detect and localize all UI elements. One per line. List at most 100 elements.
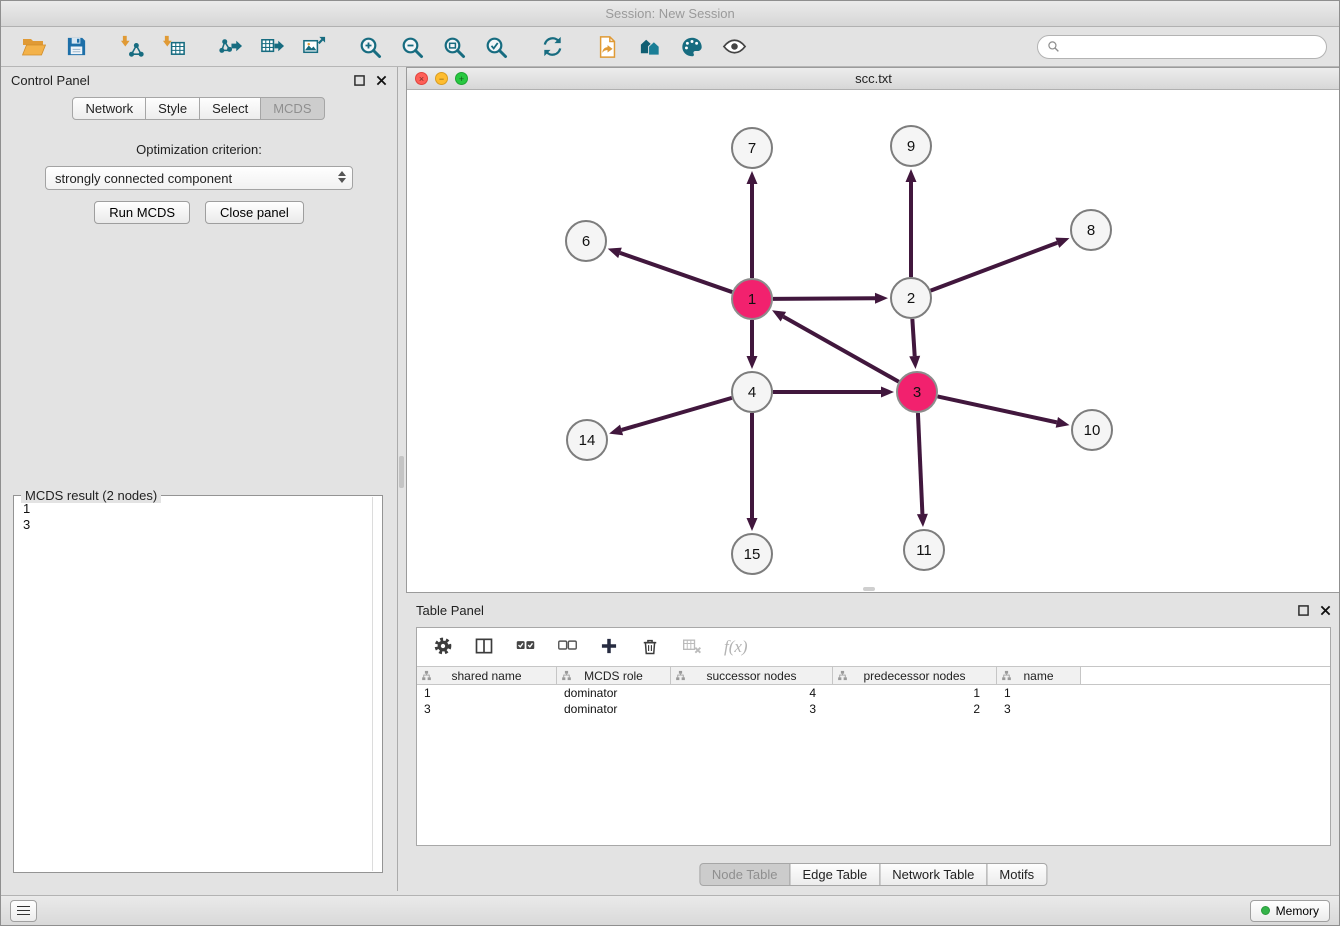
close-panel-button[interactable] — [376, 75, 387, 86]
tab-motifs[interactable]: Motifs — [986, 863, 1047, 886]
menu-icon — [17, 906, 30, 908]
svg-text:14: 14 — [579, 432, 596, 449]
graph-node-1[interactable]: 1 — [732, 279, 772, 319]
table-cell[interactable]: 3 — [671, 702, 833, 716]
control-panel-header: Control Panel — [1, 67, 397, 93]
table-cell[interactable]: 2 — [833, 702, 997, 716]
table-cell[interactable]: 3 — [997, 702, 1081, 716]
column-header-shared-name[interactable]: shared name — [417, 667, 557, 684]
column-header-mcds-role[interactable]: MCDS role — [557, 667, 671, 684]
graph-edge-1-6[interactable] — [620, 253, 732, 292]
graph-node-14[interactable]: 14 — [567, 420, 607, 460]
deselect-all-button[interactable] — [557, 635, 578, 659]
home-button[interactable] — [629, 30, 671, 64]
network-window: × − + scc.txt 7 9 6 8 1 2 4 3 14 10 15 11 — [406, 67, 1340, 593]
show-columns-button[interactable] — [474, 636, 494, 659]
export-table-button[interactable] — [251, 30, 293, 64]
resize-handle[interactable] — [863, 587, 875, 591]
column-header-successor-nodes[interactable]: successor nodes — [671, 667, 833, 684]
zoom-in-button[interactable] — [349, 30, 391, 64]
delete-column-button[interactable] — [640, 636, 660, 659]
open-session-button[interactable] — [13, 30, 55, 64]
panel-splitter-handle[interactable] — [399, 456, 404, 488]
zoom-fit-button[interactable] — [433, 30, 475, 64]
table-cell[interactable]: 1 — [417, 686, 557, 700]
plus-icon — [599, 636, 619, 656]
delete-table-button[interactable] — [681, 636, 703, 659]
search-input[interactable] — [1066, 39, 1317, 54]
table-row[interactable]: 1dominator411 — [417, 685, 1330, 701]
export-network-button[interactable] — [209, 30, 251, 64]
graph-edge-arrow-icon — [906, 169, 917, 182]
table-settings-button[interactable] — [433, 636, 453, 659]
criterion-dropdown[interactable]: strongly connected component — [45, 166, 353, 190]
network-window-titlebar[interactable]: × − + scc.txt — [407, 68, 1340, 90]
import-network-button[interactable] — [111, 30, 153, 64]
eye-button[interactable] — [713, 30, 755, 64]
graph-node-2[interactable]: 2 — [891, 278, 931, 318]
graph-node-6[interactable]: 6 — [566, 221, 606, 261]
graph-edge-2-3[interactable] — [912, 319, 914, 356]
tab-style[interactable]: Style — [145, 97, 200, 120]
close-panel-action-button[interactable]: Close panel — [205, 201, 304, 224]
graph-edge-3-1[interactable] — [783, 317, 898, 382]
graph-edge-1-2[interactable] — [773, 298, 875, 299]
window-maximize-icon[interactable]: + — [455, 72, 468, 85]
graph-edge-3-10[interactable] — [938, 396, 1057, 422]
table-cell[interactable]: 3 — [417, 702, 557, 716]
run-mcds-button[interactable]: Run MCDS — [94, 201, 190, 224]
graph-edge-arrow-icon — [881, 387, 894, 398]
tab-edge-table[interactable]: Edge Table — [789, 863, 880, 886]
zoom-out-button[interactable] — [391, 30, 433, 64]
table-row[interactable]: 3dominator323 — [417, 701, 1330, 717]
graph-edge-3-11[interactable] — [918, 413, 922, 514]
zoom-selected-button[interactable] — [475, 30, 517, 64]
function-builder-button[interactable]: f(x) — [724, 637, 748, 657]
column-sort-icon — [561, 670, 572, 681]
column-header-predecessor-nodes[interactable]: predecessor nodes — [833, 667, 997, 684]
table-cell[interactable]: 4 — [671, 686, 833, 700]
export-image-button[interactable] — [293, 30, 335, 64]
zoom-selected-icon — [484, 35, 508, 59]
tab-mcds[interactable]: MCDS — [260, 97, 324, 120]
memory-button[interactable]: Memory — [1250, 900, 1330, 922]
window-close-icon[interactable]: × — [415, 72, 428, 85]
table-close-panel-button[interactable] — [1320, 605, 1331, 616]
graph-edge-2-8[interactable] — [931, 243, 1058, 291]
graph-node-3[interactable]: 3 — [897, 372, 937, 412]
tab-select[interactable]: Select — [199, 97, 261, 120]
graph-node-11[interactable]: 11 — [904, 530, 944, 570]
graph-node-9[interactable]: 9 — [891, 126, 931, 166]
tab-node-table[interactable]: Node Table — [699, 863, 791, 886]
tab-network[interactable]: Network — [72, 97, 146, 120]
column-header-name[interactable]: name — [997, 667, 1081, 684]
svg-text:15: 15 — [744, 546, 761, 563]
window-minimize-icon[interactable]: − — [435, 72, 448, 85]
result-scrollbar[interactable] — [372, 497, 373, 871]
graph-node-10[interactable]: 10 — [1072, 410, 1112, 450]
table-float-panel-button[interactable] — [1298, 605, 1309, 616]
graph-node-7[interactable]: 7 — [732, 128, 772, 168]
table-cell[interactable]: 1 — [833, 686, 997, 700]
tab-network-table[interactable]: Network Table — [879, 863, 987, 886]
graph-node-15[interactable]: 15 — [732, 534, 772, 574]
float-panel-button[interactable] — [354, 75, 365, 86]
refresh-button[interactable] — [531, 30, 573, 64]
style-button[interactable] — [671, 30, 713, 64]
import-table-button[interactable] — [153, 30, 195, 64]
graph-edge-4-14[interactable] — [622, 398, 732, 430]
table-cell[interactable]: 1 — [997, 686, 1081, 700]
table-cell[interactable]: dominator — [557, 702, 671, 716]
svg-text:8: 8 — [1087, 222, 1095, 239]
share-document-button[interactable] — [587, 30, 629, 64]
table-cell[interactable]: dominator — [557, 686, 671, 700]
save-session-button[interactable] — [55, 30, 97, 64]
graph-node-4[interactable]: 4 — [732, 372, 772, 412]
select-all-button[interactable] — [515, 635, 536, 659]
network-canvas[interactable]: 7 9 6 8 1 2 4 3 14 10 15 11 — [407, 90, 1340, 592]
status-menu-button[interactable] — [10, 900, 37, 922]
add-column-button[interactable] — [599, 636, 619, 659]
table-panel-title: Table Panel — [416, 603, 1287, 618]
window-titlebar[interactable]: Session: New Session — [1, 1, 1339, 27]
graph-node-8[interactable]: 8 — [1071, 210, 1111, 250]
